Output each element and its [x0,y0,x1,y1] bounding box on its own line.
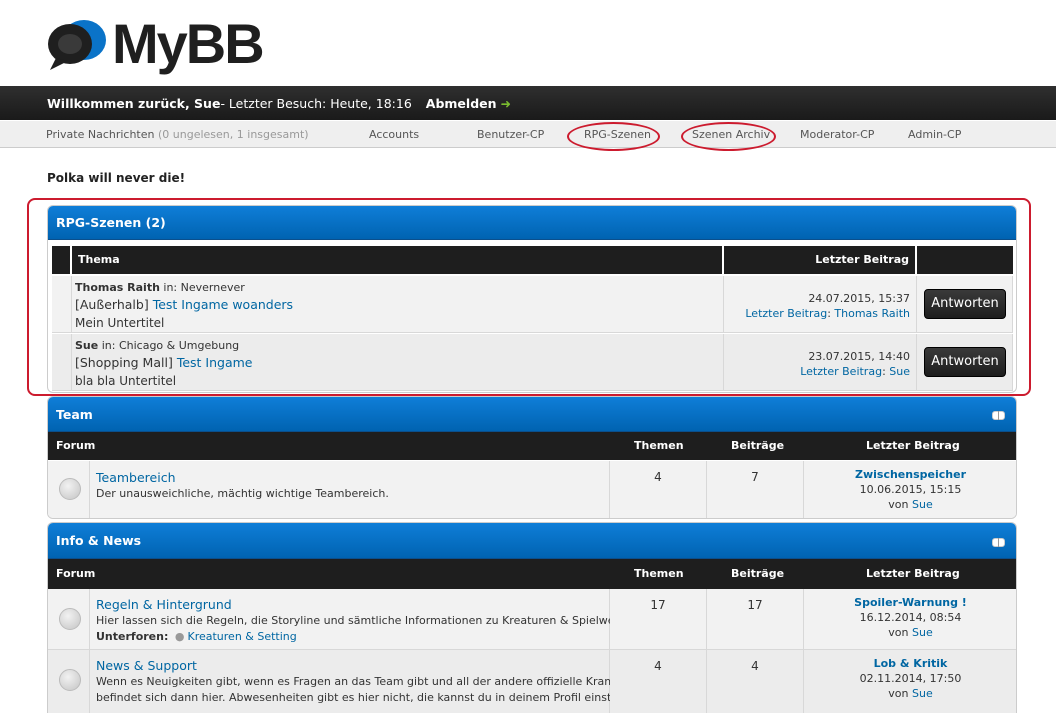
col-topics: Themen [634,439,684,452]
col-last-post: Letzter Beitrag [866,567,960,580]
subforums-label: Unterforen: [96,630,169,643]
forum-name-link[interactable]: Regeln & Hintergrund [96,597,232,612]
logo-text: MyBB [112,11,265,75]
forum-status-icon [59,478,81,500]
col-forum: Forum [56,567,96,580]
post-count: 4 [707,650,804,713]
nav-usercp[interactable]: Benutzer-CP [477,128,544,141]
team-column-header: Forum Themen Beiträge Letzter Beitrag [48,432,1016,460]
info-news-category-table: Info & News Forum Themen Beiträge Letzte… [47,522,1017,713]
annotation-box-rpg-scenes [27,198,1031,396]
forum-description: Hier lassen sich die Regeln, die Storyli… [96,614,664,627]
forum-description: befindet sich dann hier. Abwesenheiten g… [96,691,642,704]
annotation-oval-rpg [567,122,660,151]
topic-count: 4 [610,461,707,518]
last-post-title-link[interactable]: Zwischenspeicher [804,468,1016,481]
table-row: Regeln & Hintergrund Hier lassen sich di… [90,589,664,650]
by-label: von [888,626,912,639]
info-news-category-title[interactable]: Info & News [56,533,141,548]
last-post-date: 02.11.2014, 17:50 [859,672,962,685]
welcome-panel: Willkommen zurück, Sue - Letzter Besuch:… [0,86,1056,120]
forum-description: Wenn es Neuigkeiten gibt, wenn es Fragen… [96,675,641,688]
col-posts: Beiträge [731,567,785,580]
team-category-title[interactable]: Team [56,407,93,422]
forum-name-link[interactable]: News & Support [96,658,197,673]
table-row: Teambereich Der unausweichliche, mächtig… [90,461,610,518]
last-post-cell: Lob & Kritik 02.11.2014, 17:50 von Sue [804,650,1016,713]
forum-status-icon [59,669,81,691]
speech-bubbles-icon [48,20,106,70]
forum-name-link[interactable]: Teambereich [96,470,176,485]
topic-count: 17 [610,589,707,650]
info-column-header: Forum Themen Beiträge Letzter Beitrag [48,559,1016,589]
last-post-date: 10.06.2015, 15:15 [859,483,962,496]
last-post-user-link[interactable]: Sue [912,687,933,700]
subforum-link[interactable]: Kreaturen & Setting [187,630,296,643]
forum-status-cell [48,461,90,518]
private-messages-link[interactable]: Private Nachrichten (0 ungelesen, 1 insg… [46,128,309,141]
annotation-oval-archive [681,122,776,151]
nav-accounts[interactable]: Accounts [369,128,419,141]
post-count: 7 [707,461,804,518]
last-post-user-link[interactable]: Sue [912,498,933,511]
logout-link[interactable]: Abmelden [426,96,497,111]
collapse-icon[interactable] [992,411,1005,420]
subforum-bullet-icon: ● [174,630,185,643]
collapse-icon[interactable] [992,538,1005,547]
post-count: 17 [707,589,804,650]
last-visit-text: - Letzter Besuch: Heute, 18:16 [220,95,412,111]
last-post-title-link[interactable]: Lob & Kritik [804,657,1016,670]
last-post-cell: Zwischenspeicher 10.06.2015, 15:15 von S… [804,461,1016,518]
forum-status-icon [59,608,81,630]
team-category-table: Team Forum Themen Beiträge Letzter Beitr… [47,396,1017,519]
col-topics: Themen [634,567,684,580]
last-post-cell: Spoiler-Warnung ! 16.12.2014, 08:54 von … [804,589,1016,650]
by-label: von [888,498,912,511]
table-row: News & Support Wenn es Neuigkeiten gibt,… [90,650,641,713]
forum-status-cell [48,650,90,713]
forum-status-cell [48,589,90,650]
col-forum: Forum [56,439,96,452]
last-post-title-link[interactable]: Spoiler-Warnung ! [804,596,1016,609]
announcement-text: Polka will never die! [47,171,186,185]
nav-modcp[interactable]: Moderator-CP [800,128,874,141]
logout-arrow-icon: ➜ [500,95,511,111]
nav-admincp[interactable]: Admin-CP [908,128,961,141]
user-navigation: Private Nachrichten (0 ungelesen, 1 insg… [0,121,1056,148]
col-posts: Beiträge [731,439,785,452]
pm-count: (0 ungelesen, 1 insgesamt) [158,128,309,141]
col-last-post: Letzter Beitrag [866,439,960,452]
topic-count: 4 [610,650,707,713]
pm-label: Private Nachrichten [46,128,155,141]
by-label: von [888,687,912,700]
mybb-logo[interactable]: MyBB [46,8,265,78]
forum-description: Der unausweichliche, mächtig wichtige Te… [96,487,389,500]
last-post-date: 16.12.2014, 08:54 [859,611,962,624]
welcome-text: Willkommen zurück, Sue [47,95,221,111]
last-post-user-link[interactable]: Sue [912,626,933,639]
